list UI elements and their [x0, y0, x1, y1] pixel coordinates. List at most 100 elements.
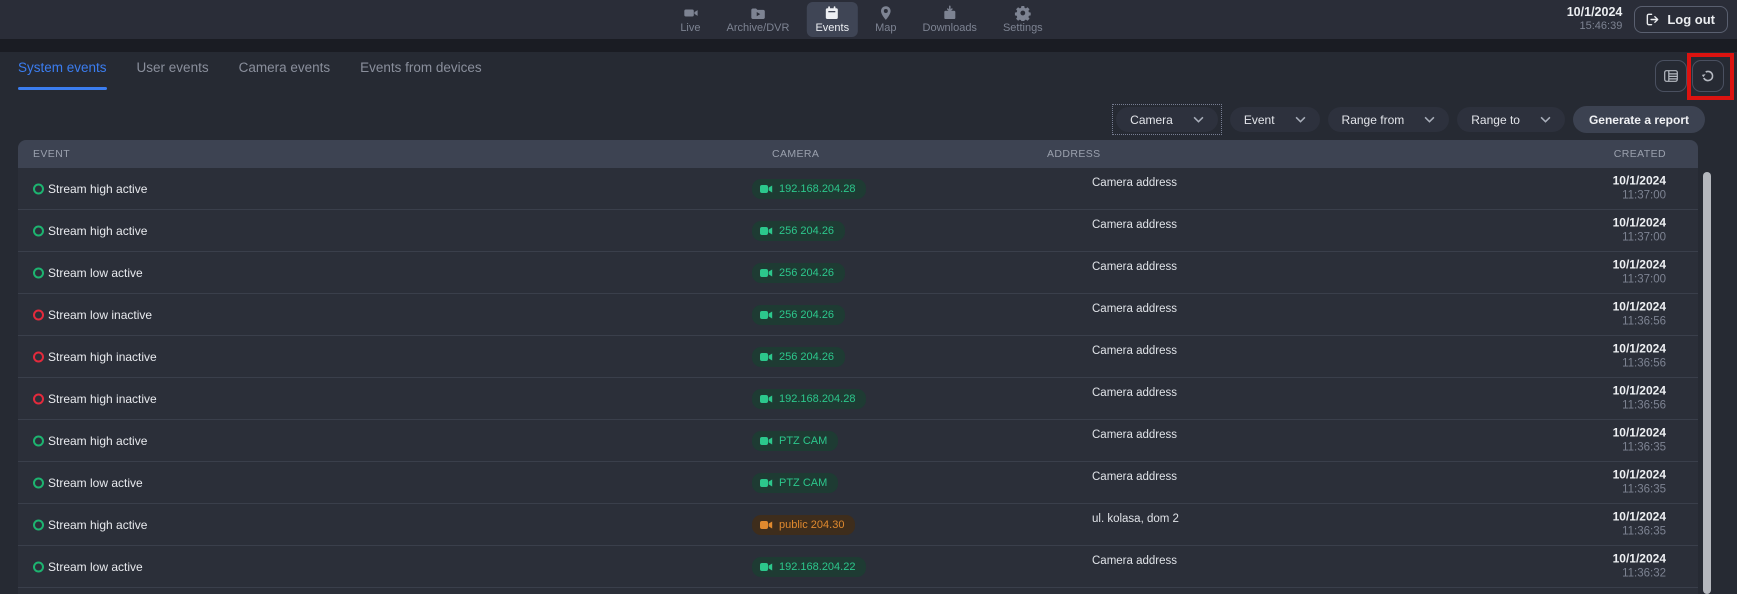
nav-item-archive-dvr[interactable]: Archive/DVR: [718, 2, 799, 37]
created-cell: 10/1/2024 11:36:56: [1613, 341, 1666, 372]
created-time: 11:36:56: [1613, 357, 1666, 372]
logout-label: Log out: [1667, 12, 1715, 27]
logout-button[interactable]: Log out: [1634, 6, 1728, 33]
table-row[interactable]: Stream high inactive 256 204.26 Camera a…: [18, 336, 1698, 378]
created-cell: 10/1/2024 11:36:32: [1613, 551, 1666, 582]
tab-system-events[interactable]: System events: [18, 60, 107, 90]
filters-row: Camera Event Range from Range to Generat…: [1112, 104, 1705, 135]
camera-badge[interactable]: PTZ CAM: [752, 473, 838, 493]
range-to-dropdown[interactable]: Range to: [1457, 107, 1565, 132]
chevron-down-icon: [1193, 116, 1204, 123]
nav-item-events[interactable]: Events: [806, 2, 858, 37]
event-status-icon: [33, 309, 44, 320]
camera-badge[interactable]: 256 204.26: [752, 263, 845, 283]
address-cell: Camera address: [1092, 261, 1177, 273]
nav-label-map: Map: [875, 23, 896, 34]
created-time: 11:36:35: [1613, 525, 1666, 540]
created-time: 11:37:00: [1613, 189, 1666, 204]
camera-icon: [760, 478, 773, 488]
event-status-icon: [33, 435, 44, 446]
chevron-down-icon: [1295, 116, 1306, 123]
created-date: 10/1/2024: [1613, 341, 1666, 357]
logout-icon: [1645, 12, 1660, 27]
generate-report-button[interactable]: Generate a report: [1573, 106, 1705, 133]
events-calendar-icon: [824, 5, 840, 21]
created-date: 10/1/2024: [1613, 467, 1666, 483]
event-name: Stream low active: [48, 266, 143, 280]
created-time: 11:37:00: [1613, 231, 1666, 246]
camera-badge[interactable]: 192.168.204.22: [752, 557, 866, 577]
range-from-label: Range from: [1342, 113, 1405, 127]
created-time: 11:37:00: [1613, 273, 1666, 288]
range-from-dropdown[interactable]: Range from: [1328, 107, 1450, 132]
table-row[interactable]: Stream low active PTZ CAM Camera address…: [18, 462, 1698, 504]
table-row[interactable]: Stream high active public 204.30 ul. kol…: [18, 504, 1698, 546]
camera-filter-dropdown[interactable]: Camera: [1116, 107, 1218, 132]
nav-item-downloads[interactable]: Downloads: [914, 2, 986, 37]
camera-badge[interactable]: 256 204.26: [752, 221, 845, 241]
downloads-icon: [942, 5, 958, 21]
created-cell: 10/1/2024 11:36:35: [1613, 467, 1666, 498]
app-window: Live Archive/DVR Events Map: [0, 0, 1737, 594]
created-cell: 10/1/2024 11:36:56: [1613, 299, 1666, 330]
event-name: Stream low inactive: [48, 308, 152, 322]
nav-item-settings[interactable]: Settings: [994, 2, 1052, 37]
table-row[interactable]: Stream high active PTZ CAM Camera addres…: [18, 420, 1698, 462]
events-table: EVENT CAMERA ADDRESS CREATED Stream high…: [18, 140, 1698, 594]
camera-name: PTZ CAM: [779, 477, 827, 489]
camera-icon: [760, 226, 773, 236]
range-to-label: Range to: [1471, 113, 1520, 127]
address-cell: ul. kolasa, dom 2: [1092, 513, 1179, 525]
table-row[interactable]: Stream high active 192.168.204.28 Camera…: [18, 168, 1698, 210]
nav-item-live[interactable]: Live: [671, 2, 709, 37]
camera-filter-focus-ring: Camera: [1112, 104, 1222, 135]
vertical-scrollbar-thumb[interactable]: [1703, 172, 1711, 594]
table-row[interactable]: Stream high active 256 204.26 Camera add…: [18, 210, 1698, 252]
topbar-divider: [0, 39, 1737, 52]
event-status-icon: [33, 225, 44, 236]
created-date: 10/1/2024: [1613, 257, 1666, 273]
clock: 10/1/2024 15:46:39: [1567, 5, 1623, 33]
camera-badge[interactable]: PTZ CAM: [752, 431, 838, 451]
table-row[interactable]: Stream high inactive 192.168.204.28 Came…: [18, 378, 1698, 420]
camera-badge[interactable]: 192.168.204.28: [752, 389, 866, 409]
event-status-icon: [33, 351, 44, 362]
map-pin-icon: [878, 5, 894, 21]
created-date: 10/1/2024: [1613, 383, 1666, 399]
camera-badge[interactable]: public 204.30: [752, 515, 855, 535]
nav-label-live: Live: [680, 23, 700, 34]
archive-folder-icon: [750, 5, 766, 21]
camera-name: 256 204.26: [779, 309, 834, 321]
created-time: 11:36:56: [1613, 315, 1666, 330]
tab-camera-events[interactable]: Camera events: [239, 60, 331, 90]
refresh-icon: [1700, 68, 1716, 84]
address-cell: Camera address: [1092, 555, 1177, 567]
nav-label-archive-dvr: Archive/DVR: [727, 23, 790, 34]
main-nav: Live Archive/DVR Events Map: [671, 0, 1051, 39]
camera-badge[interactable]: 256 204.26: [752, 347, 845, 367]
camera-icon: [760, 436, 773, 446]
report-view-button[interactable]: [1655, 60, 1687, 92]
table-row[interactable]: Stream low active 256 204.26 Camera addr…: [18, 252, 1698, 294]
video-camera-icon: [682, 5, 698, 21]
refresh-button[interactable]: [1692, 60, 1724, 92]
camera-badge[interactable]: 256 204.26: [752, 305, 845, 325]
event-name: Stream high active: [48, 224, 147, 238]
nav-label-events: Events: [815, 23, 849, 34]
camera-filter-label: Camera: [1130, 113, 1173, 127]
table-row[interactable]: Stream low inactive 256 204.26 Camera ad…: [18, 294, 1698, 336]
created-cell: 10/1/2024 11:37:00: [1613, 215, 1666, 246]
tab-user-events[interactable]: User events: [137, 60, 209, 90]
camera-badge[interactable]: 192.168.204.28: [752, 179, 866, 199]
tab-events-from-devices[interactable]: Events from devices: [360, 60, 482, 90]
events-tabs: System events User events Camera events …: [18, 60, 482, 90]
event-status-icon: [33, 267, 44, 278]
table-row[interactable]: Stream low active 192.168.204.22 Camera …: [18, 546, 1698, 588]
camera-icon: [760, 352, 773, 362]
event-name: Stream low active: [48, 560, 143, 574]
nav-item-map[interactable]: Map: [866, 2, 905, 37]
current-time: 15:46:39: [1567, 20, 1623, 33]
camera-name: 192.168.204.22: [779, 561, 855, 573]
event-filter-dropdown[interactable]: Event: [1230, 107, 1320, 132]
created-time: 11:36:32: [1613, 567, 1666, 582]
